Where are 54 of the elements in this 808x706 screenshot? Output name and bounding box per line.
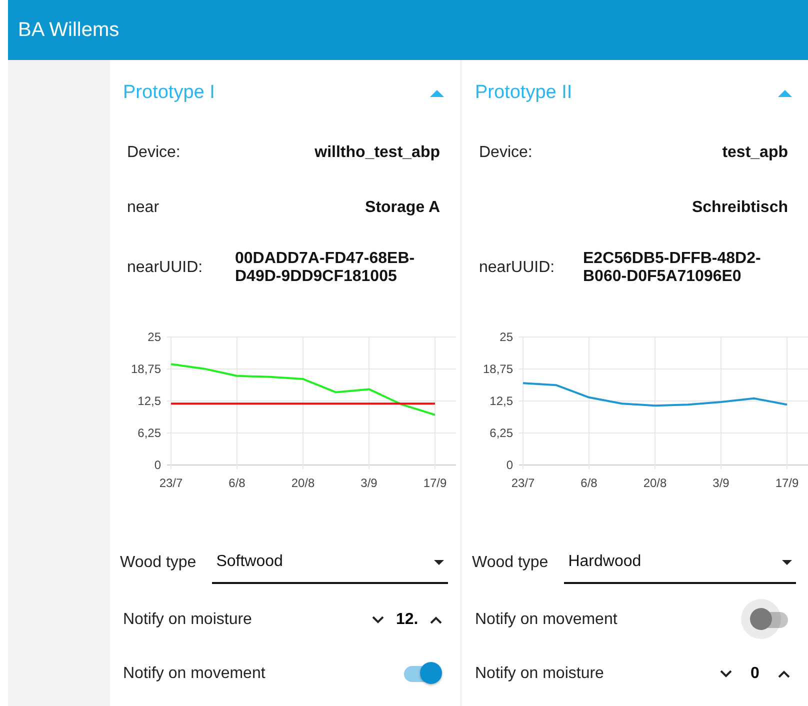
field-label: near bbox=[127, 198, 160, 216]
axis-label: 25 bbox=[148, 330, 161, 344]
card-title: Prototype II bbox=[475, 82, 572, 104]
axis-label: 20/8 bbox=[291, 476, 315, 490]
axis-label: 18,75 bbox=[482, 362, 513, 376]
dropdown-arrow-icon bbox=[434, 560, 444, 564]
chevron-down-icon bbox=[720, 670, 732, 678]
axis-label: 12,5 bbox=[138, 394, 161, 408]
wood-type-select[interactable]: Hardwood bbox=[564, 542, 796, 584]
field-label: Device: bbox=[127, 144, 180, 162]
field-label: nearUUID: bbox=[127, 258, 203, 276]
axis-label: 25 bbox=[500, 330, 513, 344]
axis-label: 23/7 bbox=[159, 476, 183, 490]
axis-label: 20/8 bbox=[643, 476, 667, 490]
increment-button[interactable] bbox=[428, 614, 444, 626]
axis-label: 12,5 bbox=[490, 394, 513, 408]
setting-label: Notify on movement bbox=[123, 665, 266, 683]
axis-label: 23/7 bbox=[511, 476, 535, 490]
field-label: Device: bbox=[479, 144, 532, 162]
increment-button[interactable] bbox=[776, 668, 792, 680]
stepper-value: 12. bbox=[396, 611, 418, 629]
field-value: 00DADD7A-FD47-68EB-D49D-9DD9CF181005 bbox=[235, 250, 416, 286]
chevron-up-icon bbox=[430, 616, 442, 624]
field-value: Storage A bbox=[365, 198, 440, 216]
wood-type-select[interactable]: Softwood bbox=[212, 542, 448, 584]
dropdown-arrow-icon bbox=[782, 560, 792, 564]
axis-label: 17/9 bbox=[775, 476, 799, 490]
axis-label: 6/8 bbox=[228, 476, 246, 490]
chevron-up-icon bbox=[778, 670, 790, 678]
axis-label: 6,25 bbox=[138, 426, 161, 440]
field-value: Schreibtisch bbox=[692, 198, 788, 216]
decrement-button[interactable] bbox=[718, 668, 734, 680]
field-label: nearUUID: bbox=[479, 258, 555, 276]
field-label: Wood type bbox=[472, 554, 548, 572]
setting-label: Notify on moisture bbox=[475, 665, 604, 683]
chevron-down-icon bbox=[372, 616, 384, 624]
axis-label: 6,25 bbox=[490, 426, 513, 440]
axis-label: 6/8 bbox=[580, 476, 598, 490]
card-title: Prototype I bbox=[123, 82, 215, 104]
axis-label: 18,75 bbox=[130, 362, 161, 376]
axis-label: 17/9 bbox=[423, 476, 447, 490]
app-title: BA Willems bbox=[18, 18, 120, 42]
decrement-button[interactable] bbox=[370, 614, 386, 626]
field-value: willtho_test_abp bbox=[314, 144, 440, 162]
field-value: test_apb bbox=[722, 144, 788, 162]
setting-label: Notify on movement bbox=[475, 611, 618, 629]
axis-label: 3/9 bbox=[712, 476, 730, 490]
axis-label: 3/9 bbox=[360, 476, 378, 490]
axis-label: 0 bbox=[506, 458, 513, 472]
setting-label: Notify on moisture bbox=[123, 611, 252, 629]
stepper-value: 0 bbox=[750, 665, 760, 683]
field-label: Wood type bbox=[120, 554, 196, 572]
axis-label: 0 bbox=[154, 458, 161, 472]
field-value: E2C56DB5-DFFB-48D2-B060-D0F5A71096E0 bbox=[583, 250, 762, 286]
